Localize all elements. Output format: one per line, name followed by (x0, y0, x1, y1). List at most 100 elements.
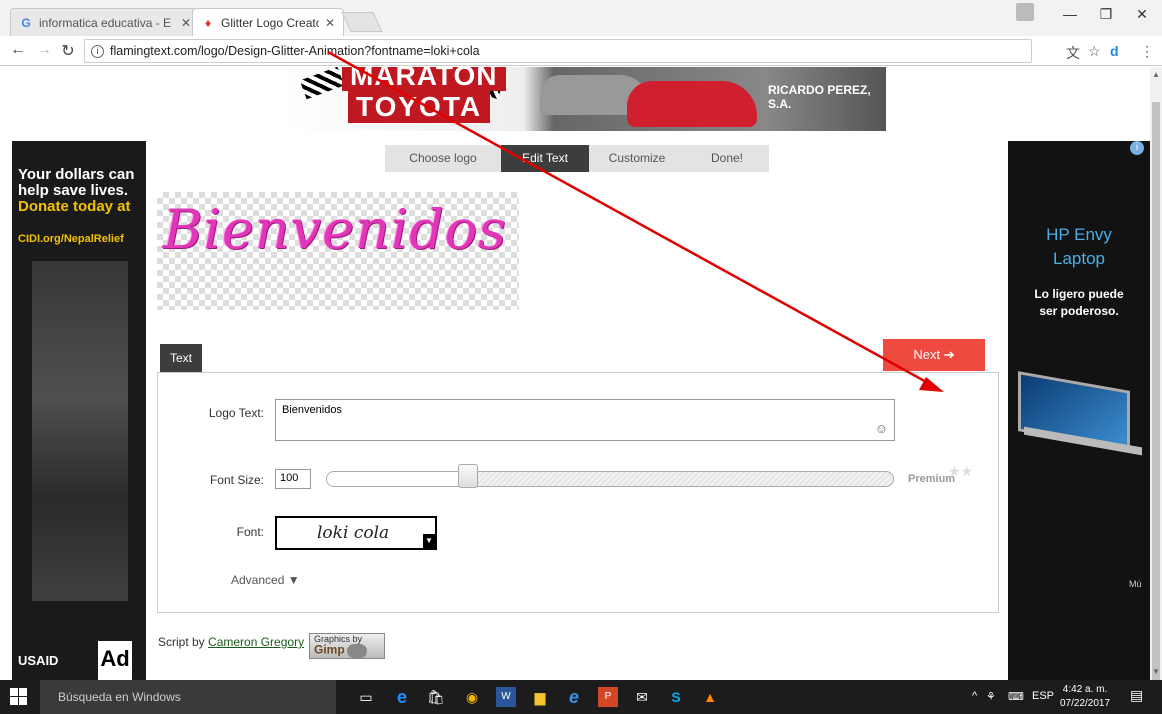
bookmark-star-icon[interactable]: ☆ (1088, 43, 1101, 60)
text-settings-panel: Logo Text: Bienvenidos ☺ Font Size: 100 … (157, 372, 999, 613)
checkered-flag-icon (299, 67, 345, 100)
edge-icon[interactable]: e (392, 687, 412, 707)
reload-icon[interactable]: ↻ (58, 41, 78, 61)
clock[interactable]: 4:42 a. m. 07/22/2017 (1060, 683, 1110, 711)
windows-taskbar: Búsqueda en Windows ▭ e 🛍 ◉ W ▆ e P ✉ S … (0, 680, 1162, 714)
toyota-banner-ad[interactable]: MARATON TOYOTA RICARDO PEREZ, S.A. (282, 67, 886, 131)
wizard-steps: Choose logo Edit Text Customize Done! (385, 145, 769, 172)
ad-title-line1: HP Envy (1046, 225, 1112, 244)
close-window-icon[interactable]: ✕ (1126, 6, 1158, 23)
notifications-icon[interactable]: ▤ (1130, 687, 1143, 704)
next-button[interactable]: Next ➔ (883, 339, 985, 371)
file-explorer-icon[interactable]: ▆ (530, 687, 550, 707)
task-view-icon[interactable]: ▭ (356, 687, 376, 707)
maximize-icon[interactable]: ❐ (1090, 6, 1122, 23)
scroll-down-icon[interactable]: ▼ (1152, 667, 1160, 676)
car-image (627, 81, 757, 127)
windows-start-icon[interactable] (10, 688, 28, 706)
usaid-logo: USAID (18, 653, 59, 668)
ad-more-text: Mú (1129, 579, 1142, 589)
ad-headline: Your dollars can help save lives. (18, 166, 135, 199)
tab-title: Glitter Logo Creator | Fre (221, 15, 319, 30)
screen: G informatica educativa - E ✕ ♦ Glitter … (0, 0, 1162, 714)
url-field[interactable]: i flamingtext.com/logo/Design-Glitter-An… (84, 39, 1032, 63)
translate-icon[interactable]: 文 (1066, 43, 1080, 63)
right-ad[interactable]: i HP Envy Laptop Lo ligero puede ser pod… (1008, 141, 1150, 680)
tab-informatica-educativa[interactable]: G informatica educativa - E ✕ (10, 8, 200, 36)
tab-glitter-logo-creator[interactable]: ♦ Glitter Logo Creator | Fre ✕ (192, 8, 344, 36)
footer-credits: Script by Cameron Gregory (158, 635, 304, 649)
address-bar: ← → ↻ i flamingtext.com/logo/Design-Glit… (0, 36, 1162, 66)
font-select[interactable]: loki cola ▼ (275, 516, 437, 550)
google-icon: G (21, 15, 31, 30)
banner-line2: TOYOTA (348, 91, 491, 123)
close-tab-icon[interactable]: ✕ (325, 16, 335, 30)
skype-icon[interactable]: S (666, 687, 686, 707)
clock-time: 4:42 a. m. (1062, 684, 1108, 695)
gimp-badge[interactable]: Graphics by Gimp (309, 633, 385, 659)
mail-icon[interactable]: ✉ (632, 687, 652, 707)
minimize-icon[interactable]: — (1054, 6, 1086, 22)
emoji-icon[interactable]: ☺ (875, 421, 888, 436)
powerpoint-icon[interactable]: P (598, 687, 618, 707)
word-icon[interactable]: W (496, 687, 516, 707)
gimp-mascot-icon (347, 644, 368, 658)
logo-preview-text: Bienvenidos (163, 198, 507, 261)
chrome-icon[interactable]: ◉ (462, 687, 482, 707)
font-label: Font: (236, 525, 264, 539)
internet-explorer-icon[interactable]: e (564, 687, 584, 707)
step-edit-text[interactable]: Edit Text (501, 145, 589, 172)
ad-title-line2: Laptop (1053, 249, 1105, 268)
tab-text[interactable]: Text (160, 344, 202, 372)
premium-stars-icon: ★★ (948, 463, 974, 479)
step-choose-logo[interactable]: Choose logo (385, 145, 501, 172)
banner-line1: MARATON (342, 67, 506, 91)
step-done[interactable]: Done! (685, 145, 769, 172)
font-size-input[interactable]: 100 (275, 469, 311, 489)
back-icon[interactable]: ← (8, 41, 28, 59)
scrollbar-thumb[interactable] (1152, 102, 1160, 702)
slider-fill (327, 472, 469, 486)
web-page: MARATON TOYOTA RICARDO PEREZ, S.A. Your … (0, 67, 1150, 680)
tray-overflow-icon[interactable]: ^ (972, 690, 977, 702)
font-size-label: Font Size: (209, 473, 264, 487)
clock-date: 07/22/2017 (1060, 698, 1111, 709)
banner-dealer: RICARDO PEREZ, S.A. (768, 83, 871, 111)
language-indicator[interactable]: ESP (1032, 690, 1054, 702)
page-scrollbar[interactable]: ▲ ▼ (1150, 67, 1162, 702)
ad-info-icon[interactable]: i (1130, 141, 1144, 155)
info-icon[interactable]: i (91, 44, 104, 58)
step-customize[interactable]: Customize (589, 145, 685, 172)
taskbar-search[interactable]: Búsqueda en Windows (40, 680, 336, 714)
font-size-slider[interactable] (326, 471, 894, 487)
slider-thumb[interactable] (458, 464, 478, 488)
menu-icon[interactable]: ⋮ (1140, 43, 1154, 60)
ad-choices-box: Ad (98, 641, 132, 680)
profile-icon[interactable] (1016, 3, 1034, 21)
script-by-text: Script by (158, 635, 205, 649)
keyboard-icon[interactable]: ⌨ (1008, 690, 1024, 703)
close-tab-icon[interactable]: ✕ (181, 16, 191, 30)
ad-artwork (32, 261, 128, 601)
tab-title: informatica educativa - E (39, 15, 172, 30)
flame-icon: ♦ (204, 15, 212, 30)
forward-icon[interactable]: → (34, 41, 54, 59)
vlc-icon[interactable]: ▲ (700, 687, 720, 707)
author-link[interactable]: Cameron Gregory (208, 635, 304, 649)
left-ad[interactable]: Your dollars can help save lives. Donate… (12, 141, 146, 680)
network-people-icon[interactable]: ⚘ (986, 690, 996, 703)
store-icon[interactable]: 🛍 (426, 687, 446, 707)
ad-link: CIDI.org/NepalRelief (18, 233, 124, 245)
new-tab-button[interactable] (341, 12, 383, 32)
browser-tab-bar: G informatica educativa - E ✕ ♦ Glitter … (0, 0, 1162, 36)
gimp-label: Gimp (314, 642, 345, 657)
dropdown-arrow-icon[interactable]: ▼ (423, 534, 435, 548)
scroll-up-icon[interactable]: ▲ (1152, 70, 1160, 79)
font-select-value: loki cola (317, 523, 390, 543)
logo-text-input[interactable]: Bienvenidos ☺ (275, 399, 895, 441)
ad-tagline: Lo ligero puede ser poderoso. (1034, 287, 1124, 318)
advanced-toggle[interactable]: Advanced ▼ (231, 573, 300, 587)
logo-preview: Bienvenidos (157, 192, 519, 310)
logo-text-label: Logo Text: (208, 406, 264, 420)
extension-icon[interactable]: d (1110, 43, 1119, 59)
